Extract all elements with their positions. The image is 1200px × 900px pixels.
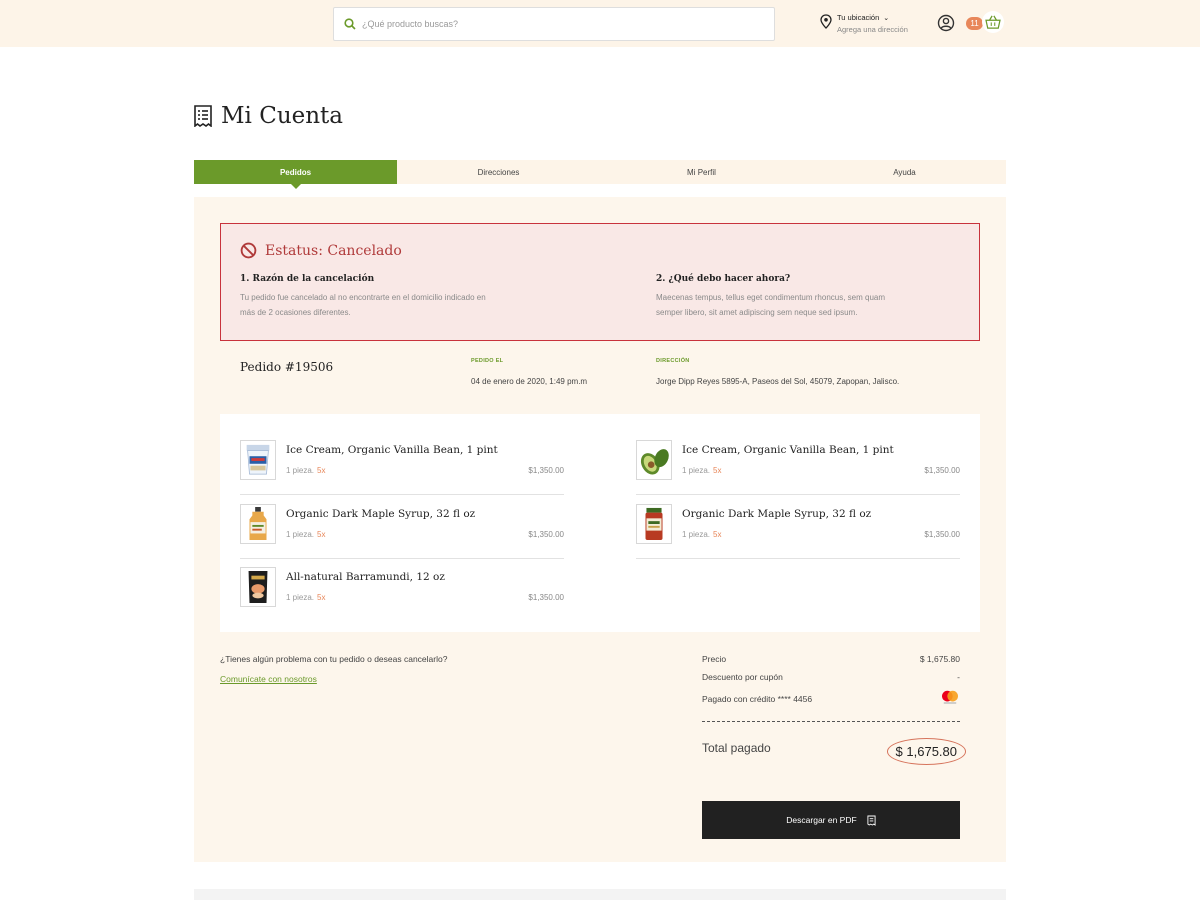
location-pin-icon [820,14,832,29]
order-date-label: PEDIDO EL [471,358,504,364]
payment-method-row: Pagado con crédito **** 4456 [702,690,960,704]
item-price: $1,350.00 [528,466,564,475]
order-item: All-natural Barramundi, 12 oz 1 pieza. 5x… [240,560,564,622]
page-title-text: Mi Cuenta [221,103,344,129]
summary-divider [702,721,960,722]
cancel-reason: 1. Razón de la cancelación Tu pedido fue… [240,274,500,320]
location-title: Tu ubicación ⌄ [837,13,890,22]
item-price: $1,350.00 [924,530,960,539]
tab-ayuda[interactable]: Ayuda [803,160,1006,184]
order-date: 04 de enero de 2020, 1:49 pm.m [471,377,588,386]
top-header: Tu ubicación⌄ Agrega una dirección 11 [0,0,1200,47]
item-name: Ice Cream, Organic Vanilla Bean, 1 pint [682,444,894,456]
item-name: Organic Dark Maple Syrup, 32 fl oz [682,508,872,520]
page-title: Mi Cuenta [193,103,343,129]
item-price: $1,350.00 [528,593,564,602]
item-price: $1,350.00 [924,466,960,475]
total-label: Total pagado [702,741,771,755]
tab-mi-perfil[interactable]: Mi Perfil [600,160,803,184]
item-name: Organic Dark Maple Syrup, 32 fl oz [286,508,476,520]
user-account-button[interactable] [937,14,955,32]
order-item: Organic Dark Maple Syrup, 32 fl oz 1 pie… [240,497,564,559]
tab-direcciones[interactable]: Direcciones [397,160,600,184]
mastercard-icon [940,689,960,707]
document-icon [867,815,876,826]
order-address: Jorge Dipp Reyes 5895-A, Paseos del Sol,… [656,377,900,386]
location-subtitle: Agrega una dirección [837,25,908,34]
user-icon [937,14,955,32]
next-steps-title: 2. ¿Qué debo hacer ahora? [656,274,791,284]
item-name: Ice Cream, Organic Vanilla Bean, 1 pint [286,444,498,456]
avocado-product-image [636,440,672,480]
item-name: All-natural Barramundi, 12 oz [286,571,445,583]
status-title: Estatus: Cancelado [265,242,402,259]
maple-syrup-product-image [240,504,276,544]
ice-cream-product-image [240,440,276,480]
reason-text: Tu pedido fue cancelado al no encontrart… [240,293,486,317]
item-price: $1,350.00 [528,530,564,539]
search-bar[interactable] [333,7,775,41]
search-icon [344,18,356,30]
help-question: ¿Tienes algún problema con tu pedido o d… [220,654,448,664]
reason-title: 1. Razón de la cancelación [240,274,375,284]
sauce-jar-product-image [636,504,672,544]
order-item: Ice Cream, Organic Vanilla Bean, 1 pint … [240,433,564,495]
next-steps-text: Maecenas tempus, tellus eget condimentum… [656,293,886,317]
chevron-down-icon: ⌄ [883,14,890,22]
price-value: $ 1,675.80 [919,654,960,664]
cart-count-badge: 11 [966,17,983,30]
tab-pedidos[interactable]: Pedidos [194,160,397,189]
basket-icon [985,15,1001,29]
prohibited-icon [240,242,257,259]
total-value: $ 1,675.80 [886,738,966,765]
download-pdf-button[interactable]: Descargar en PDF [702,801,960,839]
discount-value: - [957,672,960,682]
item-quantity: 1 pieza. 5x [286,593,326,602]
contact-us-link[interactable]: Comunícate con nosotros [220,674,317,684]
item-quantity: 1 pieza. 5x [286,466,326,475]
footer-edge [194,889,1006,900]
order-info: Pedido #19506 PEDIDO EL 04 de enero de 2… [194,357,1006,407]
item-quantity: 1 pieza. 5x [682,530,722,539]
next-steps: 2. ¿Qué debo hacer ahora? Maecenas tempu… [656,274,916,320]
download-pdf-label: Descargar en PDF [786,815,857,825]
address-label: DIRECCIÓN [656,358,690,364]
price-row: Precio $ 1,675.80 [702,654,960,664]
order-item: Organic Dark Maple Syrup, 32 fl oz 1 pie… [636,497,960,559]
order-detail-panel: Estatus: Cancelado 1. Razón de la cancel… [194,197,1006,862]
account-tabs: Pedidos Direcciones Mi Perfil Ayuda [194,160,1006,189]
cart-button[interactable] [982,11,1004,33]
order-number: Pedido #19506 [240,360,334,374]
item-quantity: 1 pieza. 5x [286,530,326,539]
receipt-icon [194,105,212,127]
discount-row: Descuento por cupón - [702,672,960,682]
order-items-list: Ice Cream, Organic Vanilla Bean, 1 pint … [220,414,980,632]
location-selector[interactable]: Tu ubicación ⌄ Agrega una dirección [820,13,908,34]
cancel-status-box: Estatus: Cancelado 1. Razón de la cancel… [220,223,980,341]
fish-bag-product-image [240,567,276,607]
item-quantity: 1 pieza. 5x [682,466,722,475]
search-input[interactable] [362,19,742,29]
order-item: Ice Cream, Organic Vanilla Bean, 1 pint … [636,433,960,495]
